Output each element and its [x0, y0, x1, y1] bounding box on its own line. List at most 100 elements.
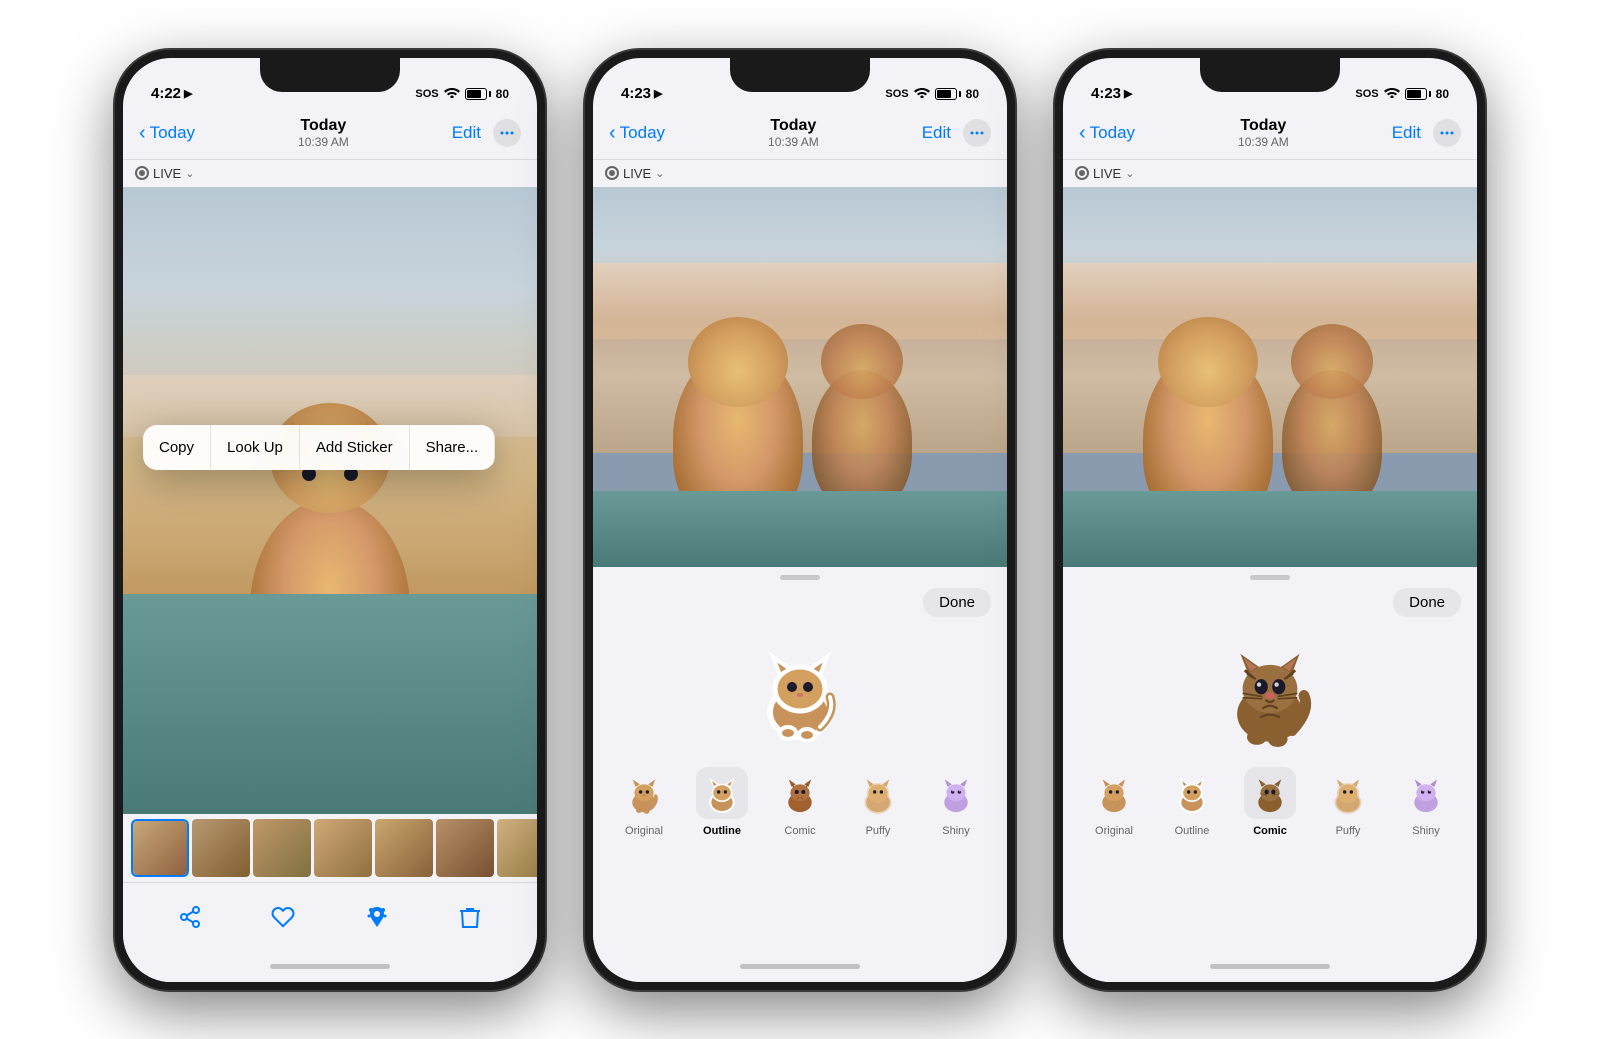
edit-button-1[interactable]: Edit [452, 123, 481, 143]
done-row-2: Done [593, 588, 1007, 625]
sticker-label-puffy-3: Puffy [1336, 825, 1361, 837]
sticker-option-outline-2[interactable]: Outline [687, 767, 757, 837]
sticker-option-shiny-2[interactable]: Shiny [921, 767, 991, 837]
sticker-panel-3: Done [1063, 567, 1477, 952]
trash-button-1[interactable] [452, 899, 488, 935]
live-chevron-3: ⌄ [1125, 167, 1134, 180]
sticker-thumb-outline-2 [696, 767, 748, 819]
live-badge-2[interactable]: LIVE ⌄ [593, 160, 1007, 187]
share-button-1[interactable] [172, 899, 208, 935]
heart-button-1[interactable] [265, 899, 301, 935]
nav-bar-3: ‹ Today Today 10:39 AM Edit [1063, 108, 1477, 160]
battery-pct-3: 80 [1436, 87, 1449, 101]
live-badge-1[interactable]: LIVE ⌄ [123, 160, 537, 187]
back-button-2[interactable]: ‹ Today [609, 122, 665, 145]
battery-icon-3 [1405, 88, 1431, 100]
cat-photo-3 [1063, 187, 1477, 567]
sticker-option-comic-3[interactable]: Comic [1235, 767, 1305, 837]
live-label-1: LIVE [153, 166, 181, 181]
thumbnail-4[interactable] [314, 819, 372, 877]
home-bar-3 [1210, 964, 1330, 969]
done-button-3[interactable]: Done [1393, 588, 1461, 617]
sticker-preview-2 [593, 625, 1007, 755]
live-dot-2 [605, 166, 619, 180]
sticker-thumb-shiny-3 [1400, 767, 1452, 819]
live-label-3: LIVE [1093, 166, 1121, 181]
thumbnail-3[interactable] [253, 819, 311, 877]
sticker-option-puffy-3[interactable]: Puffy [1313, 767, 1383, 837]
photo-container-1: Copy Look Up Add Sticker Share... [123, 187, 537, 814]
home-indicator-1 [123, 952, 537, 982]
status-time-3: 4:23 ▶ [1091, 85, 1133, 102]
phone-1-screen: 4:22 ▶ SOS 80 ‹ [123, 58, 537, 982]
live-dot-3 [1075, 166, 1089, 180]
battery-icon-2 [935, 88, 961, 100]
more-button-2[interactable] [963, 119, 991, 147]
pet-button-1[interactable] [359, 899, 395, 935]
edit-button-3[interactable]: Edit [1392, 123, 1421, 143]
thumbnail-7[interactable] [497, 819, 537, 877]
cat-photo-1 [123, 187, 537, 814]
nav-bar-1: ‹ Today Today 10:39 AM Edit [123, 108, 537, 160]
sticker-option-comic-2[interactable]: Comic [765, 767, 835, 837]
battery-pct-2: 80 [966, 87, 979, 101]
sticker-label-puffy-2: Puffy [866, 825, 891, 837]
back-label-2: Today [620, 123, 665, 143]
sticker-thumb-puffy-2 [852, 767, 904, 819]
context-copy-1[interactable]: Copy [143, 425, 211, 470]
sticker-option-puffy-2[interactable]: Puffy [843, 767, 913, 837]
live-badge-3[interactable]: LIVE ⌄ [1063, 160, 1477, 187]
sticker-label-comic-2: Comic [784, 825, 815, 837]
sticker-option-shiny-3[interactable]: Shiny [1391, 767, 1461, 837]
more-button-3[interactable] [1433, 119, 1461, 147]
drag-handle-2[interactable] [593, 567, 1007, 588]
more-button-1[interactable] [493, 119, 521, 147]
sticker-option-original-2[interactable]: Original [609, 767, 679, 837]
drag-handle-3[interactable] [1063, 567, 1477, 588]
context-share-1[interactable]: Share... [410, 425, 496, 470]
status-time-2: 4:23 ▶ [621, 85, 663, 102]
sos-label-2: SOS [885, 88, 908, 100]
back-label-3: Today [1090, 123, 1135, 143]
chevron-left-icon-2: ‹ [609, 122, 616, 145]
status-icons-2: SOS 80 [885, 87, 979, 102]
sticker-option-original-3[interactable]: Original [1079, 767, 1149, 837]
phone-2-screen: 4:23 ▶ SOS 80 ‹ [593, 58, 1007, 982]
sticker-label-comic-3: Comic [1253, 825, 1287, 837]
sticker-options-3: Original [1063, 755, 1477, 845]
context-add-sticker-1[interactable]: Add Sticker [300, 425, 410, 470]
thumbnail-5[interactable] [375, 819, 433, 877]
bottom-toolbar-1 [123, 882, 537, 952]
sticker-label-outline-2: Outline [703, 825, 741, 837]
edit-button-2[interactable]: Edit [922, 123, 951, 143]
sticker-preview-svg-3 [1220, 632, 1320, 747]
sticker-preview-3 [1063, 625, 1477, 755]
sticker-thumb-comic-3 [1244, 767, 1296, 819]
sticker-label-original-3: Original [1095, 825, 1133, 837]
notch-3 [1200, 58, 1340, 92]
location-icon-3: ▶ [1124, 87, 1132, 100]
phone-2-wrapper: 4:23 ▶ SOS 80 ‹ [585, 50, 1015, 990]
live-dot-1 [135, 166, 149, 180]
context-lookup-1[interactable]: Look Up [211, 425, 300, 470]
sticker-options-2: Original [593, 755, 1007, 845]
thumbnail-2[interactable] [192, 819, 250, 877]
done-button-2[interactable]: Done [923, 588, 991, 617]
home-bar-2 [740, 964, 860, 969]
back-button-1[interactable]: ‹ Today [139, 122, 195, 145]
wifi-icon-3 [1384, 87, 1400, 102]
nav-title-3: Today 10:39 AM [1238, 117, 1289, 149]
back-button-3[interactable]: ‹ Today [1079, 122, 1135, 145]
location-icon-2: ▶ [654, 87, 662, 100]
notch-2 [730, 58, 870, 92]
phone-3-wrapper: 4:23 ▶ SOS 80 ‹ [1055, 50, 1485, 990]
nav-title-2: Today 10:39 AM [768, 117, 819, 149]
phone-3-screen: 4:23 ▶ SOS 80 ‹ [1063, 58, 1477, 982]
status-icons-3: SOS 80 [1355, 87, 1449, 102]
chevron-left-icon-1: ‹ [139, 122, 146, 145]
sticker-preview-svg-2 [755, 637, 845, 742]
sticker-option-outline-3[interactable]: Outline [1157, 767, 1227, 837]
nav-actions-1: Edit [452, 119, 521, 147]
thumbnail-6[interactable] [436, 819, 494, 877]
thumbnail-1[interactable] [131, 819, 189, 877]
